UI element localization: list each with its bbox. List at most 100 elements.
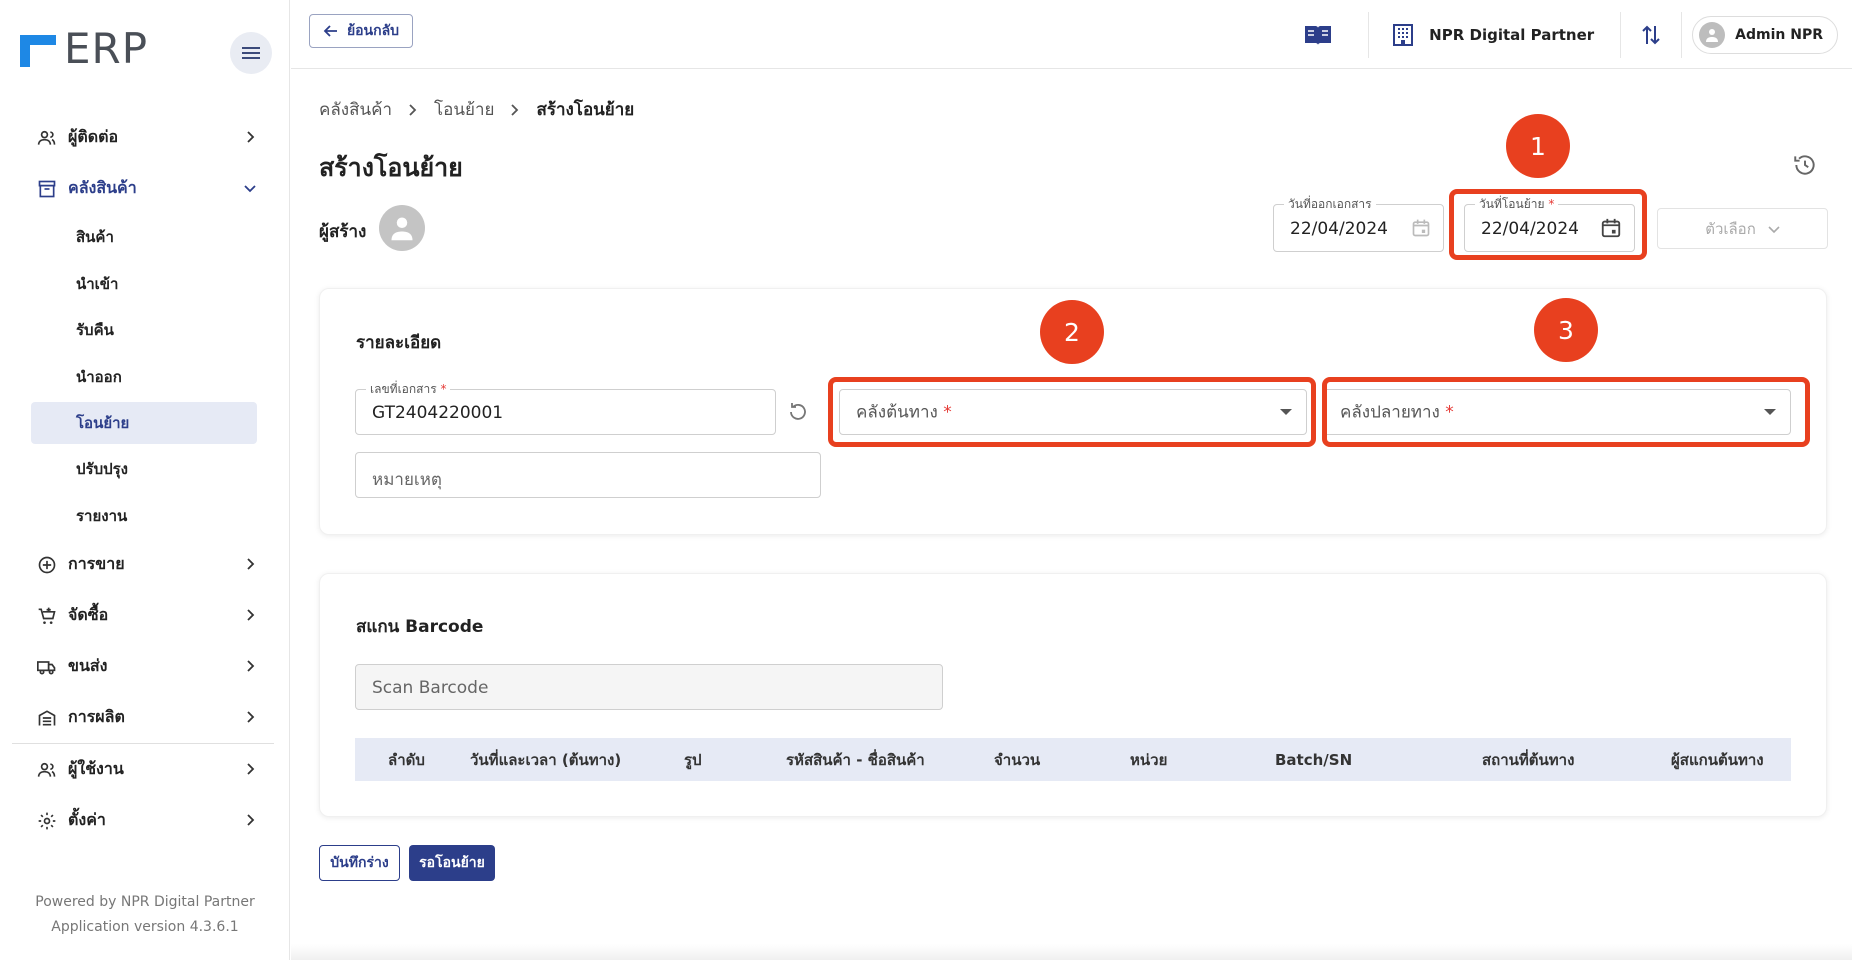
chevron-right-icon [240, 127, 260, 147]
chevron-right-icon [240, 759, 260, 779]
chevron-down-icon [1768, 223, 1780, 235]
col-batch-sn: Batch/SN [1275, 750, 1353, 769]
breadcrumb-transfer[interactable]: โอนย้าย [434, 96, 494, 123]
arrow-left-icon [323, 23, 339, 39]
sidebar-subitem-report[interactable]: รายงาน [12, 493, 274, 540]
scan-table-header: ลำดับ วันที่และเวลา (ต้นทาง) รูป รหัสสิน… [355, 738, 1791, 781]
chevron-right-icon [240, 707, 260, 727]
col-index: ลำดับ [388, 750, 425, 769]
sidebar-subitem-products[interactable]: สินค้า [12, 214, 274, 261]
bottom-shade [291, 944, 1852, 960]
doc-number-field[interactable]: เลขที่เอกสาร * GT2404220001 [355, 381, 776, 435]
app-version-text: Application version 4.3.6.1 [51, 919, 239, 935]
breadcrumb-warehouse[interactable]: คลังสินค้า [319, 96, 392, 123]
truck-icon [36, 656, 58, 678]
col-unit: หน่วย [1130, 750, 1168, 769]
menu-toggle-button[interactable] [230, 32, 272, 74]
sidebar-subitem-adjust[interactable]: ปรับปรุง [12, 446, 274, 493]
sidebar-item-purchase[interactable]: จัดซื้อ [12, 590, 274, 641]
creator-label: ผู้สร้าง [319, 222, 367, 242]
annotation-badge-1: 1 [1506, 114, 1570, 178]
cart-icon [36, 605, 58, 627]
hamburger-icon [242, 52, 260, 54]
logo-text: ERP [64, 24, 149, 73]
creator-avatar[interactable] [379, 205, 425, 251]
app-logo[interactable]: ERP [20, 28, 148, 70]
remark-input[interactable]: หมายเหตุ [355, 452, 821, 498]
calendar-icon[interactable] [1411, 218, 1431, 238]
sidebar-item-label: จัดซื้อ [68, 605, 109, 624]
sidebar-item-label: ผู้ใช้งาน [68, 759, 124, 778]
sidebar-item-label: การผลิต [68, 707, 125, 726]
annotation-badge-3: 3 [1534, 298, 1598, 362]
highlight-destination-warehouse [1322, 377, 1810, 447]
sidebar: ERP ผู้ติดต่อ คลังสินค้า สินค้า นำเข้า ร… [0, 0, 290, 960]
swap-arrows-icon[interactable] [1621, 12, 1681, 58]
warehouse-icon [36, 178, 58, 200]
options-dropdown[interactable]: ตัวเลือก [1657, 208, 1828, 249]
back-button[interactable]: ย้อนกลับ [309, 14, 413, 48]
chevron-right-icon [408, 103, 418, 116]
sidebar-subitem-return[interactable]: รับคืน [12, 307, 274, 354]
sidebar-item-label: ขนส่ง [68, 656, 108, 675]
gear-icon [36, 810, 58, 832]
users-icon [36, 759, 58, 781]
chevron-right-icon [510, 103, 520, 116]
manual-book-icon[interactable] [1304, 21, 1332, 49]
refresh-icon[interactable] [786, 400, 812, 426]
sidebar-subitem-export[interactable]: นำออก [12, 354, 274, 401]
col-quantity: จำนวน [994, 750, 1041, 769]
chevron-right-icon [240, 810, 260, 830]
breadcrumb-current: สร้างโอนย้าย [536, 100, 635, 120]
sidebar-item-users[interactable]: ผู้ใช้งาน [12, 744, 274, 795]
sidebar-item-shipping[interactable]: ขนส่ง [12, 641, 274, 692]
col-source-scanner: ผู้สแกนต้นทาง [1671, 750, 1764, 769]
pending-transfer-button[interactable]: รอโอนย้าย [409, 845, 495, 881]
issue-date-label: วันที่ออกเอกสาร [1284, 196, 1376, 212]
sidebar-item-production[interactable]: การผลิต [12, 692, 274, 743]
chevron-down-icon [240, 178, 260, 198]
user-menu-button[interactable]: Admin NPR [1692, 15, 1838, 54]
sidebar-subitem-import[interactable]: นำเข้า [12, 261, 274, 308]
issue-date-value: 22/04/2024 [1290, 219, 1388, 239]
contacts-icon [36, 127, 58, 149]
sidebar-item-settings[interactable]: ตั้งค่า [12, 795, 274, 846]
topbar: ย้อนกลับ NPR Digital Partner Admin NPR [291, 0, 1852, 69]
save-draft-button[interactable]: บันทึกร่าง [319, 845, 400, 881]
highlight-transfer-date [1449, 189, 1647, 260]
avatar [1699, 21, 1726, 48]
col-datetime: วันที่และเวลา (ต้นทาง) [470, 750, 622, 769]
col-product: รหัสสินค้า - ชื่อสินค้า [786, 750, 925, 769]
sidebar-item-warehouse[interactable]: คลังสินค้า [12, 163, 274, 214]
topbar-divider [1681, 11, 1683, 58]
back-button-label: ย้อนกลับ [346, 23, 400, 39]
sidebar-item-contacts[interactable]: ผู้ติดต่อ [12, 112, 274, 163]
scan-barcode-input[interactable]: Scan Barcode [355, 664, 943, 710]
scan-title: สแกน Barcode [356, 617, 484, 637]
sidebar-subitem-transfer[interactable]: โอนย้าย [31, 402, 257, 444]
user-name: Admin NPR [1735, 26, 1823, 43]
history-icon[interactable] [1792, 152, 1818, 178]
col-source-location: สถานที่ต้นทาง [1482, 750, 1575, 769]
col-image: รูป [684, 750, 702, 769]
factory-icon [36, 707, 58, 729]
sidebar-footer: Powered by NPR Digital Partner Applicati… [0, 890, 290, 940]
company-switcher[interactable]: NPR Digital Partner [1369, 23, 1620, 47]
company-name: NPR Digital Partner [1429, 25, 1595, 44]
sidebar-item-label: ผู้ติดต่อ [68, 127, 119, 146]
remark-placeholder: หมายเหตุ [372, 470, 442, 490]
chevron-right-icon [240, 554, 260, 574]
sidebar-item-sales[interactable]: การขาย [12, 539, 274, 590]
sidebar-item-label: การขาย [68, 554, 125, 573]
page-title: สร้างโอนย้าย [319, 153, 463, 182]
sidebar-item-label: ตั้งค่า [68, 810, 106, 829]
breadcrumb: คลังสินค้า โอนย้าย สร้างโอนย้าย [319, 96, 634, 123]
logo-mark-icon [20, 31, 56, 67]
highlight-source-warehouse [828, 377, 1316, 447]
annotation-badge-2: 2 [1040, 300, 1104, 364]
sidebar-nav: ผู้ติดต่อ คลังสินค้า สินค้า นำเข้า รับคื… [12, 112, 274, 846]
plus-circle-icon [36, 554, 58, 576]
issue-date-field[interactable]: วันที่ออกเอกสาร 22/04/2024 [1273, 196, 1444, 252]
powered-by-text: Powered by NPR Digital Partner [35, 894, 255, 910]
scan-barcode-placeholder: Scan Barcode [372, 678, 489, 698]
